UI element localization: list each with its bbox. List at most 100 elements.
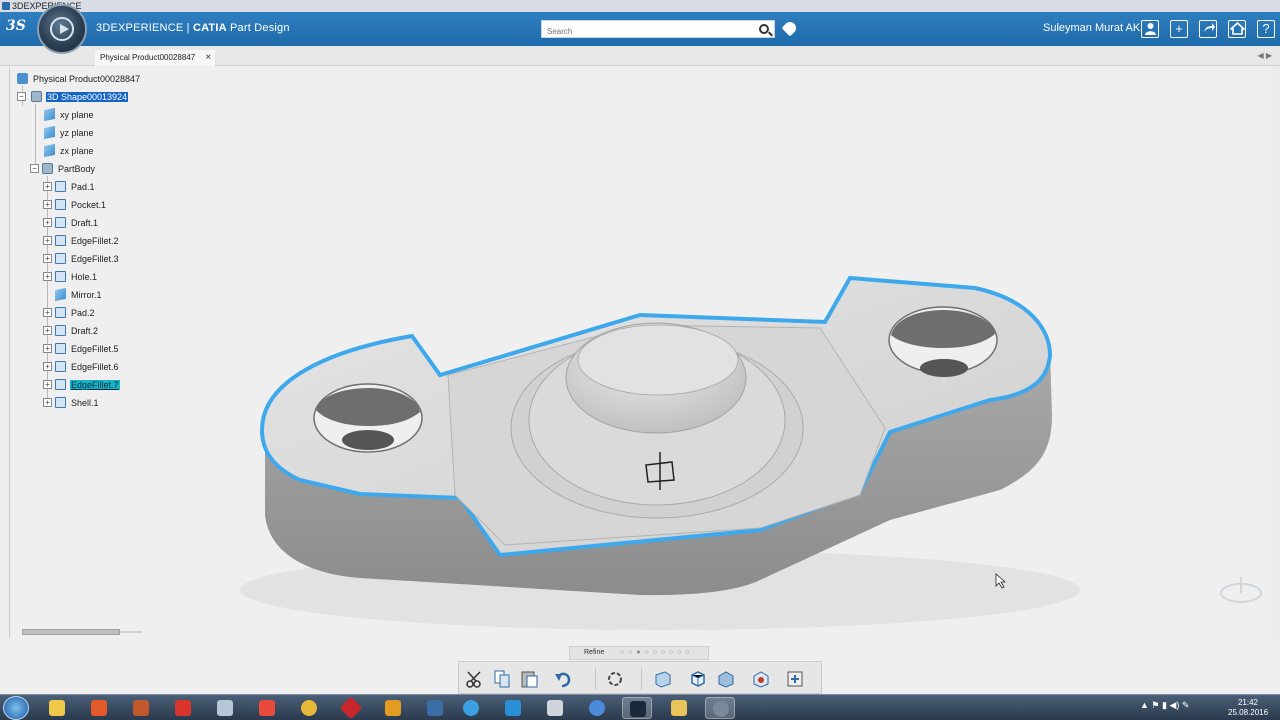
start-button[interactable] bbox=[3, 696, 29, 720]
taskbar-3d-compass[interactable] bbox=[705, 697, 735, 719]
tree-item-yz-plane[interactable]: yz plane bbox=[44, 125, 95, 140]
tree-item-feature[interactable]: Hole.1 bbox=[55, 269, 98, 283]
taskbar-app-blue[interactable] bbox=[498, 697, 528, 719]
collapse-toggle[interactable]: − bbox=[30, 164, 39, 173]
tree-item-xy-plane[interactable]: xy plane bbox=[44, 107, 95, 122]
share-icon[interactable] bbox=[1199, 20, 1217, 38]
tree-item-zx-plane[interactable]: zx plane bbox=[44, 143, 95, 158]
expand-toggle[interactable]: + bbox=[43, 236, 52, 245]
paste-icon[interactable] bbox=[519, 669, 539, 689]
refine-bar[interactable]: Refine ○ ○ ● ○ ○ ○ ○ ○ ○ bbox=[569, 646, 709, 660]
app-label: CATIA bbox=[192, 22, 227, 34]
expand-toggle[interactable]: + bbox=[43, 344, 52, 353]
search-icon[interactable] bbox=[759, 24, 769, 34]
tag-icon[interactable] bbox=[781, 19, 799, 37]
taskbar-ie[interactable] bbox=[456, 697, 486, 719]
draft-icon bbox=[55, 217, 66, 229]
taskbar-chrome[interactable] bbox=[294, 697, 324, 719]
shell-icon bbox=[55, 397, 66, 409]
tree-item-3d-shape[interactable]: 3D Shape00013924 bbox=[31, 89, 129, 103]
undo-icon[interactable] bbox=[553, 669, 573, 689]
ds-logo-icon[interactable]: 3S bbox=[6, 18, 30, 40]
expand-toggle[interactable]: + bbox=[43, 326, 52, 335]
tools-palette-icon[interactable] bbox=[785, 669, 805, 689]
left-hole-bottom bbox=[342, 430, 394, 450]
tree-item-feature[interactable]: Pocket.1 bbox=[55, 197, 107, 211]
tab-scroll-arrows[interactable]: ◀ ▶ bbox=[1257, 51, 1272, 60]
clock-date: 25.08.2016 bbox=[1228, 708, 1269, 717]
3d-viewport[interactable] bbox=[150, 200, 1150, 650]
user-name[interactable]: Suleyman Murat AK bbox=[1043, 22, 1140, 34]
expand-toggle[interactable]: + bbox=[43, 218, 52, 227]
tree-item-partbody[interactable]: PartBody bbox=[42, 161, 96, 175]
pocket-tool-icon[interactable] bbox=[716, 669, 736, 689]
expand-toggle[interactable]: + bbox=[43, 200, 52, 209]
hole-tool-icon[interactable] bbox=[751, 669, 771, 689]
tree-item-feature[interactable]: Pad.2 bbox=[55, 305, 96, 319]
tree-scrollbar-track[interactable] bbox=[120, 631, 142, 633]
right-scrollbar[interactable] bbox=[1272, 66, 1280, 640]
tree-item-feature[interactable]: Pad.1 bbox=[55, 179, 96, 193]
tree-item-root[interactable]: Physical Product00028847 bbox=[17, 71, 141, 85]
search-input[interactable] bbox=[542, 23, 742, 40]
add-icon[interactable]: + bbox=[1170, 20, 1188, 38]
tree-item-feature[interactable]: EdgeFillet.5 bbox=[55, 341, 120, 355]
taskbar-app-acrobat[interactable] bbox=[168, 697, 198, 719]
expand-toggle[interactable]: + bbox=[43, 380, 52, 389]
home-icon[interactable] bbox=[1228, 20, 1246, 38]
help-icon[interactable]: ? bbox=[1257, 20, 1275, 38]
dome-top bbox=[577, 324, 739, 396]
taskbar-app-orange[interactable] bbox=[126, 697, 156, 719]
user-profile-icon[interactable] bbox=[1141, 20, 1159, 38]
taskbar-app-camera[interactable] bbox=[540, 697, 570, 719]
expand-toggle[interactable]: + bbox=[43, 362, 52, 371]
clock[interactable]: 21:42 25.08.2016 bbox=[1228, 698, 1268, 718]
taskbar-app-paint[interactable] bbox=[210, 697, 240, 719]
taskbar-catia-active[interactable] bbox=[622, 697, 652, 719]
taskbar-app-diamond[interactable] bbox=[336, 696, 366, 720]
orientation-compass-icon[interactable] bbox=[1218, 575, 1264, 605]
pad-tool-icon[interactable] bbox=[688, 669, 708, 689]
collapse-toggle[interactable]: − bbox=[17, 92, 26, 101]
sketch-icon[interactable] bbox=[653, 669, 673, 689]
expand-toggle[interactable]: + bbox=[43, 182, 52, 191]
expand-toggle[interactable]: + bbox=[43, 398, 52, 407]
plane-icon bbox=[44, 107, 55, 122]
close-icon[interactable]: × bbox=[205, 50, 211, 66]
clock-time: 21:42 bbox=[1237, 698, 1259, 707]
search-box[interactable] bbox=[541, 20, 775, 40]
tree-label: Pad.2 bbox=[71, 307, 95, 318]
tab-physical-product[interactable]: Physical Product00028847 × bbox=[95, 50, 216, 66]
tree-item-feature[interactable]: EdgeFillet.6 bbox=[55, 359, 120, 373]
taskbar-app-snagit[interactable] bbox=[252, 697, 282, 719]
taskbar-folder[interactable] bbox=[664, 697, 694, 719]
system-tray[interactable]: ▲ ⚑ ▮ ◀) ✎ bbox=[1140, 700, 1189, 711]
pad-icon bbox=[55, 181, 66, 193]
tree-label: Hole.1 bbox=[71, 271, 98, 282]
taskbar-outlook[interactable] bbox=[378, 697, 408, 719]
taskbar-explorer[interactable] bbox=[42, 697, 72, 719]
tree-item-feature[interactable]: Draft.1 bbox=[55, 215, 99, 229]
update-icon[interactable] bbox=[605, 669, 625, 689]
cut-icon[interactable] bbox=[465, 669, 485, 689]
tree-item-feature[interactable]: EdgeFillet.3 bbox=[55, 251, 120, 265]
compass-icon[interactable] bbox=[37, 4, 87, 54]
tree-label: EdgeFillet.5 bbox=[71, 343, 119, 354]
tree-label: Shell.1 bbox=[71, 397, 99, 408]
expand-toggle[interactable]: + bbox=[43, 308, 52, 317]
taskbar-chrome-2[interactable] bbox=[582, 697, 612, 719]
taskbar-3dexperience[interactable] bbox=[420, 697, 450, 719]
tree-item-feature[interactable]: EdgeFillet.2 bbox=[55, 233, 120, 247]
refine-dots[interactable]: ○ ○ ● ○ ○ ○ ○ ○ ○ bbox=[620, 647, 691, 659]
copy-icon[interactable] bbox=[492, 669, 512, 689]
tree-item-feature-selected[interactable]: EdgeFillet.7 bbox=[55, 377, 120, 391]
tree-item-feature[interactable]: Mirror.1 bbox=[55, 287, 103, 302]
expand-toggle[interactable]: + bbox=[43, 272, 52, 281]
tree-item-feature[interactable]: Shell.1 bbox=[55, 395, 100, 409]
tree-item-feature[interactable]: Draft.2 bbox=[55, 323, 99, 337]
tree-scrollbar-thumb[interactable] bbox=[22, 629, 120, 635]
expand-toggle[interactable]: + bbox=[43, 254, 52, 263]
top-header: 3S 3DEXPERIENCE | CATIA Part Design Sule… bbox=[0, 12, 1280, 46]
tree-label: Pocket.1 bbox=[71, 199, 107, 210]
taskbar-app-red[interactable] bbox=[84, 697, 114, 719]
